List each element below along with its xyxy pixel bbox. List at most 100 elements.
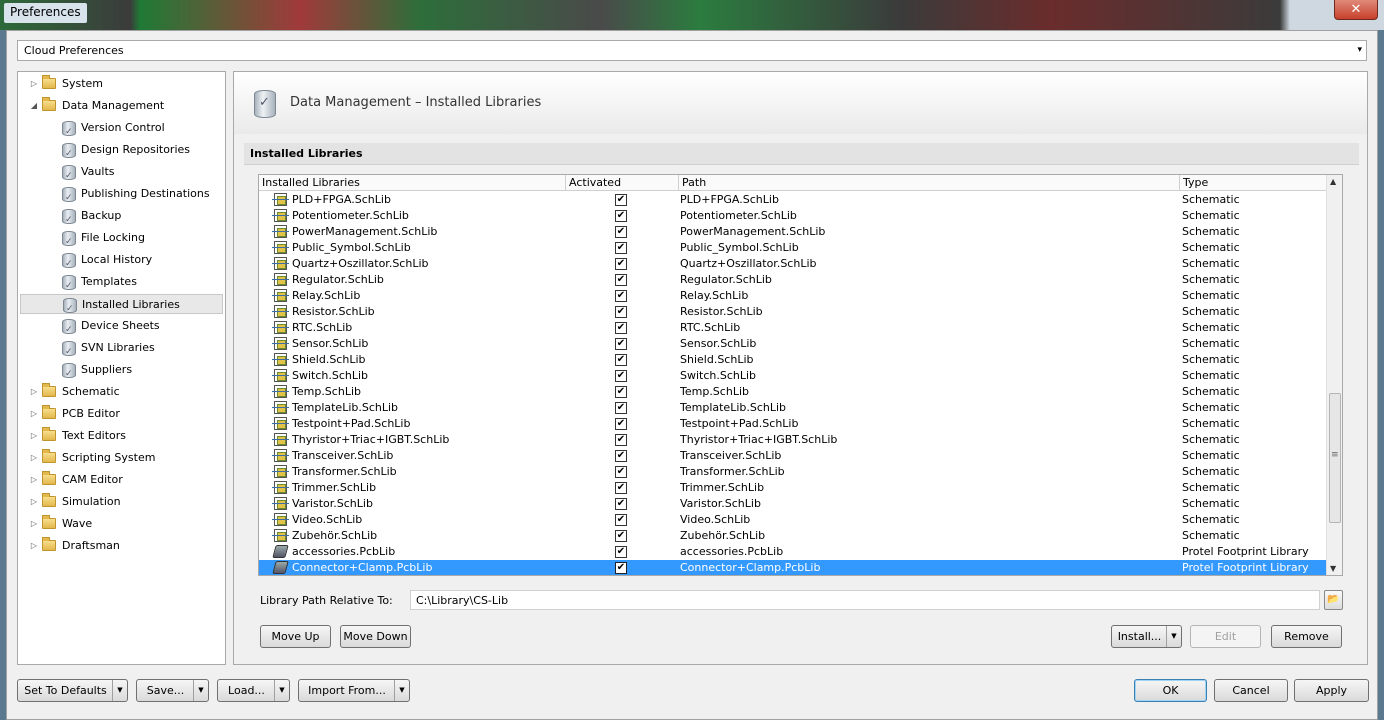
table-row[interactable]: Transceiver.SchLib ✔ Transceiver.SchLib Sch… <box>259 448 1327 464</box>
activated-checkbox[interactable]: ✔ <box>615 354 627 366</box>
scroll-down-icon[interactable]: ▼ <box>1330 564 1336 573</box>
table-row[interactable]: Relay.SchLib ✔ Relay.SchLib Schematic <box>259 288 1327 304</box>
activated-checkbox[interactable]: ✔ <box>615 226 627 238</box>
tree-item[interactable]: ▷ CAM Editor <box>20 470 223 490</box>
table-row[interactable]: Video.SchLib ✔ Video.SchLib Schematic <box>259 512 1327 528</box>
activated-checkbox[interactable]: ✔ <box>615 386 627 398</box>
column-header-activated[interactable]: Activated <box>566 175 679 191</box>
activated-checkbox[interactable]: ✔ <box>615 194 627 206</box>
tree-item[interactable]: Version Control <box>20 118 223 142</box>
vertical-scrollbar[interactable]: ▲ ▼ <box>1326 175 1342 575</box>
import-from-button[interactable]: Import From... ▼ <box>298 679 410 702</box>
column-header-path[interactable]: Path <box>679 175 1180 191</box>
table-row[interactable]: Potentiometer.SchLib ✔ Potentiometer.SchLi… <box>259 208 1327 224</box>
tree-item[interactable]: Design Repositories <box>20 140 223 164</box>
table-row[interactable]: accessories.PcbLib ✔ accessories.PcbLib Pro… <box>259 544 1327 560</box>
apply-button[interactable]: Apply <box>1294 679 1369 702</box>
activated-checkbox[interactable]: ✔ <box>615 514 627 526</box>
activated-checkbox[interactable]: ✔ <box>615 258 627 270</box>
activated-checkbox[interactable]: ✔ <box>615 482 627 494</box>
activated-checkbox[interactable]: ✔ <box>615 210 627 222</box>
tree-item[interactable]: Publishing Destinations <box>20 184 223 208</box>
table-row[interactable]: Resistor.SchLib ✔ Resistor.SchLib Schematic <box>259 304 1327 320</box>
tree-item[interactable]: Device Sheets <box>20 316 223 340</box>
table-row[interactable]: Sensor.SchLib ✔ Sensor.SchLib Schematic <box>259 336 1327 352</box>
table-row[interactable]: Trimmer.SchLib ✔ Trimmer.SchLib Schematic <box>259 480 1327 496</box>
table-row[interactable]: Zubehör.SchLib ✔ Zubehör.SchLib Schematic <box>259 528 1327 544</box>
load-dropdown-arrow[interactable]: ▼ <box>274 680 289 701</box>
activated-checkbox[interactable]: ✔ <box>615 290 627 302</box>
tree-expander-icon[interactable]: ▷ <box>28 448 40 468</box>
tree-item[interactable]: ▷ Draftsman <box>20 536 223 556</box>
load-button[interactable]: Load... ▼ <box>217 679 290 702</box>
tree-expander-icon[interactable]: ▷ <box>28 492 40 512</box>
tree-item[interactable]: Backup <box>20 206 223 230</box>
save-button[interactable]: Save... ▼ <box>136 679 209 702</box>
move-down-button[interactable]: Move Down <box>340 625 411 648</box>
table-row[interactable]: Varistor.SchLib ✔ Varistor.SchLib Schematic <box>259 496 1327 512</box>
activated-checkbox[interactable]: ✔ <box>615 546 627 558</box>
tree-item[interactable]: ▷ PCB Editor <box>20 404 223 424</box>
activated-checkbox[interactable]: ✔ <box>615 562 627 574</box>
move-up-button[interactable]: Move Up <box>260 625 331 648</box>
tree-item[interactable]: ▷ System <box>20 74 223 94</box>
tree-expander-icon[interactable]: ◢ <box>28 96 40 116</box>
tree-expander-icon[interactable]: ▷ <box>28 536 40 556</box>
set-to-defaults-button[interactable]: Set To Defaults ▼ <box>17 679 128 702</box>
tree-expander-icon[interactable]: ▷ <box>28 404 40 424</box>
activated-checkbox[interactable]: ✔ <box>615 338 627 350</box>
table-row[interactable]: TemplateLib.SchLib ✔ TemplateLib.SchLib Sch… <box>259 400 1327 416</box>
table-row[interactable]: RTC.SchLib ✔ RTC.SchLib Schematic <box>259 320 1327 336</box>
activated-checkbox[interactable]: ✔ <box>615 402 627 414</box>
tree-expander-icon[interactable]: ▷ <box>28 74 40 94</box>
activated-checkbox[interactable]: ✔ <box>615 450 627 462</box>
table-row[interactable]: PowerManagement.SchLib ✔ PowerManagement.S… <box>259 224 1327 240</box>
cloud-preferences-dropdown[interactable]: Cloud Preferences ▾ <box>17 40 1367 61</box>
tree-item[interactable]: Installed Libraries <box>20 294 223 319</box>
set-to-defaults-dropdown-arrow[interactable]: ▼ <box>112 680 127 701</box>
activated-checkbox[interactable]: ✔ <box>615 418 627 430</box>
tree-item[interactable]: Suppliers <box>20 360 223 384</box>
activated-checkbox[interactable]: ✔ <box>615 306 627 318</box>
tree-item[interactable]: ▷ Text Editors <box>20 426 223 446</box>
table-row[interactable]: Public_Symbol.SchLib ✔ Public_Symbol.SchLi… <box>259 240 1327 256</box>
tree-item[interactable]: Local History <box>20 250 223 274</box>
tree-expander-icon[interactable]: ▷ <box>28 426 40 446</box>
tree-expander-icon[interactable]: ▷ <box>28 470 40 490</box>
tree-item[interactable]: ◢ Data Management <box>20 96 223 116</box>
activated-checkbox[interactable]: ✔ <box>615 498 627 510</box>
column-header-type[interactable]: Type <box>1180 175 1327 191</box>
table-row[interactable]: Transformer.SchLib ✔ Transformer.SchLib Sch… <box>259 464 1327 480</box>
library-path-input[interactable]: C:\Library\CS-Lib <box>410 590 1320 610</box>
activated-checkbox[interactable]: ✔ <box>615 466 627 478</box>
tree-item[interactable]: SVN Libraries <box>20 338 223 362</box>
tree-item[interactable]: ▷ Simulation <box>20 492 223 512</box>
table-row[interactable]: Regulator.SchLib ✔ Regulator.SchLib Schemat… <box>259 272 1327 288</box>
install-button[interactable]: Install... ▼ <box>1111 625 1182 648</box>
cancel-button[interactable]: Cancel <box>1214 679 1288 702</box>
close-button[interactable]: ✕ <box>1334 0 1378 20</box>
activated-checkbox[interactable]: ✔ <box>615 274 627 286</box>
tree-item[interactable]: Vaults <box>20 162 223 186</box>
activated-checkbox[interactable]: ✔ <box>615 530 627 542</box>
table-row[interactable]: Testpoint+Pad.SchLib ✔ Testpoint+Pad.SchLi… <box>259 416 1327 432</box>
tree-expander-icon[interactable]: ▷ <box>28 514 40 534</box>
table-row[interactable]: PLD+FPGA.SchLib ✔ PLD+FPGA.SchLib Schematic <box>259 192 1327 208</box>
table-row[interactable]: Quartz+Oszillator.SchLib ✔ Quartz+Oszillat… <box>259 256 1327 272</box>
table-row[interactable]: Shield.SchLib ✔ Shield.SchLib Schematic <box>259 352 1327 368</box>
tree-item[interactable]: ▷ Scripting System <box>20 448 223 468</box>
table-row[interactable]: Thyristor+Triac+IGBT.SchLib ✔ Thyristor+Tr… <box>259 432 1327 448</box>
activated-checkbox[interactable]: ✔ <box>615 242 627 254</box>
edit-button[interactable]: Edit <box>1190 625 1261 648</box>
activated-checkbox[interactable]: ✔ <box>615 434 627 446</box>
activated-checkbox[interactable]: ✔ <box>615 370 627 382</box>
tree-item[interactable]: ▷ Wave <box>20 514 223 534</box>
table-row[interactable]: Connector+Clamp.PcbLib ✔ Connector+Clamp.P… <box>259 560 1327 575</box>
tree-expander-icon[interactable]: ▷ <box>28 382 40 402</box>
scroll-thumb[interactable] <box>1329 393 1341 523</box>
activated-checkbox[interactable]: ✔ <box>615 322 627 334</box>
tree-item[interactable]: Templates <box>20 272 223 296</box>
install-dropdown-arrow[interactable]: ▼ <box>1166 626 1181 647</box>
browse-folder-button[interactable]: 📂 <box>1324 590 1343 610</box>
remove-button[interactable]: Remove <box>1271 625 1342 648</box>
